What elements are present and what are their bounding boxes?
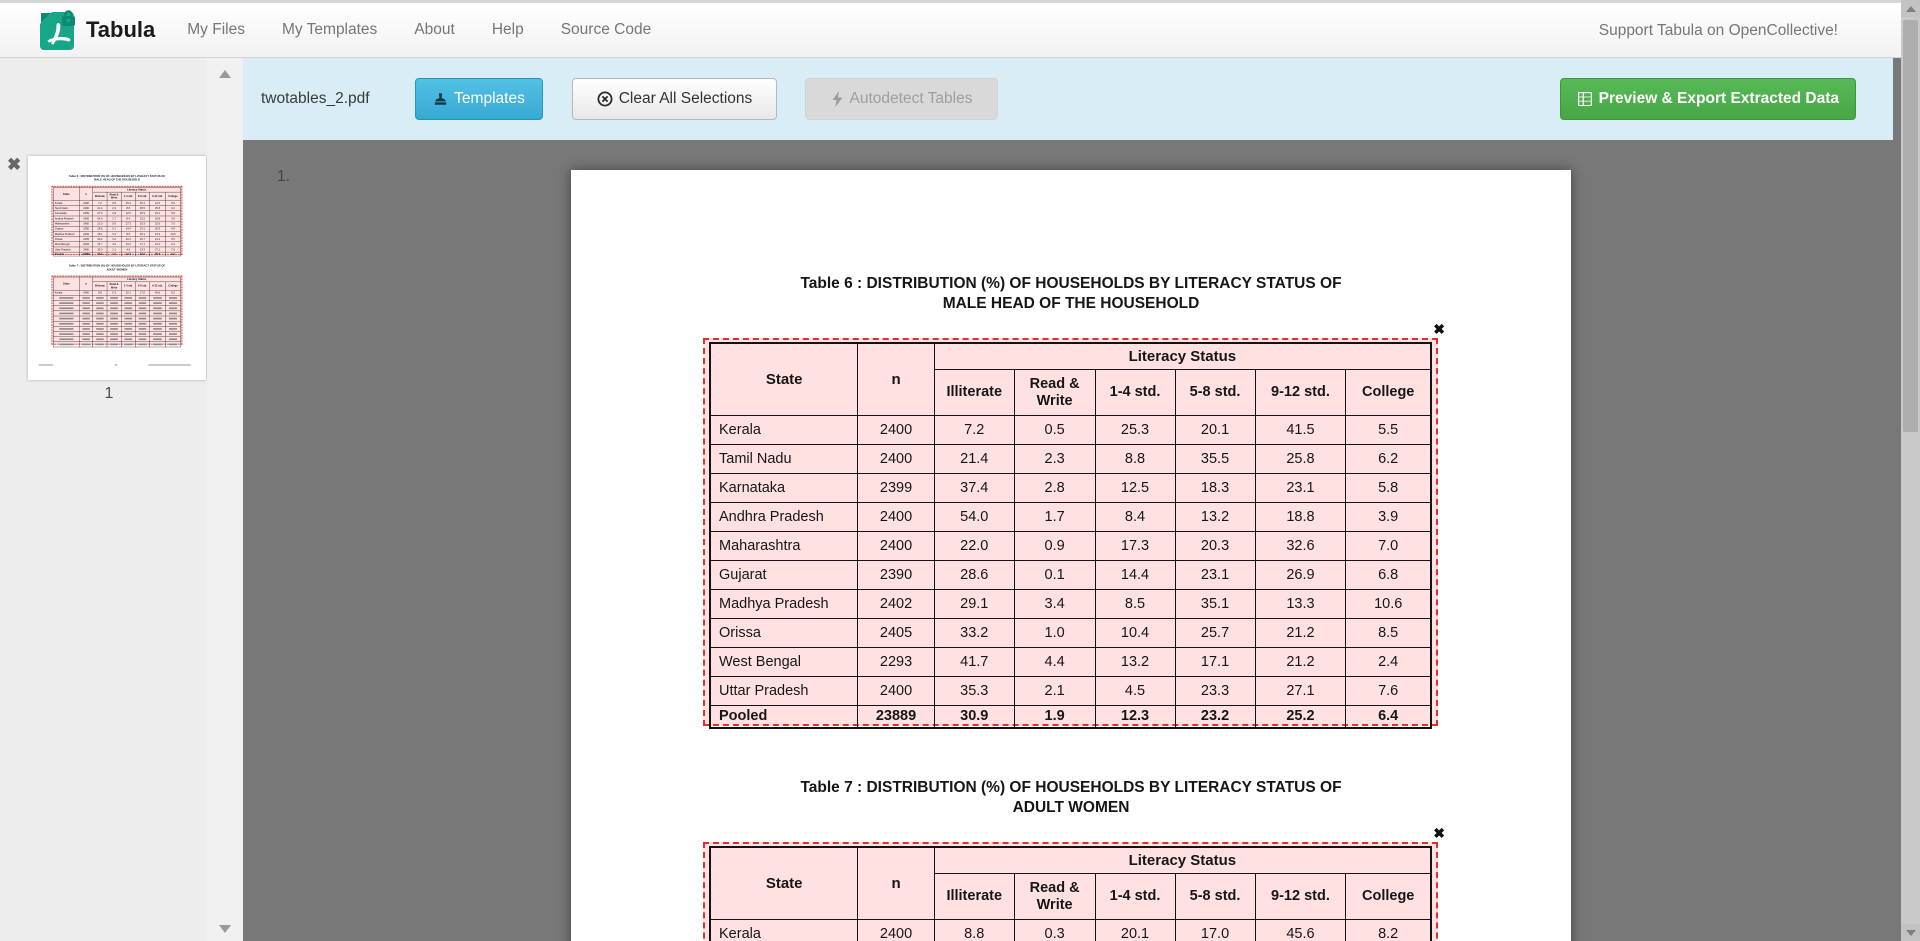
templates-button[interactable]: Templates	[415, 78, 543, 120]
table6: StatenLiteracy StatusIlliterateRead & Wr…	[53, 187, 181, 256]
templates-button-label: Templates	[454, 90, 525, 108]
table7-title-line1: Table 7 : DISTRIBUTION (%) OF HOUSEHOLDS…	[571, 778, 1571, 798]
scroll-up-button[interactable]	[1901, 0, 1920, 17]
scrollbar-thumb[interactable]	[1903, 20, 1918, 432]
autodetect-tables-button[interactable]: Autodetect Tables	[805, 78, 998, 120]
table7-selection-box[interactable]: ✖ StatenLiteracy StatusIlliterateRead & …	[703, 842, 1438, 941]
table6: StatenLiteracy StatusIlliterateRead & Wr…	[709, 342, 1432, 729]
table7: StatenLiteracy StatusIlliterateRead & Wr…	[709, 846, 1432, 941]
table6-selection-box[interactable]: ✖ StatenLiteracy StatusIlliterateRead & …	[703, 338, 1438, 726]
support-opencollective-link[interactable]: Support Tabula on OpenCollective!	[1599, 3, 1838, 58]
page-thumbnail[interactable]: Table 6 : DISTRIBUTION (%) OF HOUSEHOLDS…	[28, 156, 206, 380]
sidebar: ✖ Table 6 : DISTRIBUTION (%) OF HOUSEHOL…	[0, 58, 207, 941]
scroll-down-button[interactable]	[1901, 924, 1920, 941]
table-row: Gujarat239028.60.114.423.126.96.8	[710, 561, 1431, 590]
table-row: Pooled2388930.91.912.323.225.26.4	[53, 252, 180, 256]
nav-link-source-code[interactable]: Source Code	[561, 21, 651, 39]
table6-selection-box[interactable]: ✖ StatenLiteracy StatusIlliterateRead & …	[51, 186, 182, 255]
remove-selection-icon[interactable]: ✖	[1433, 825, 1445, 842]
table7-title-line2: ADULT WOMEN	[571, 798, 1571, 818]
thumbnail-page-number: 1	[28, 385, 190, 403]
table7-title-line2: ADULT WOMEN	[28, 268, 206, 272]
table-row	[53, 342, 180, 347]
footer-text-right	[148, 364, 191, 365]
table-row: Pooled2388930.91.912.323.225.26.4	[710, 706, 1431, 728]
table-row: West Bengal229341.74.413.217.121.22.4	[710, 648, 1431, 677]
pdf-viewer: 1. Table 6 : DISTRIBUTION (%) OF HOUSEHO…	[243, 140, 1901, 941]
nav-link-my-files[interactable]: My Files	[187, 21, 245, 39]
stamp-icon	[433, 92, 448, 107]
table6-title-line1: Table 6 : DISTRIBUTION (%) OF HOUSEHOLDS…	[571, 274, 1571, 294]
pdf-page[interactable]: Table 6 : DISTRIBUTION (%) OF HOUSEHOLDS…	[571, 170, 1571, 941]
sidebar-scroll-down-icon[interactable]	[219, 925, 231, 933]
nav-link-my-templates[interactable]: My Templates	[282, 21, 377, 39]
table-list-icon	[1577, 91, 1593, 107]
table-row: Andhra Pradesh240054.01.78.413.218.83.9	[710, 503, 1431, 532]
clear-all-selections-button[interactable]: Clear All Selections	[572, 78, 777, 120]
remove-selection-icon[interactable]: ✖	[1433, 321, 1445, 338]
nav-link-about[interactable]: About	[414, 21, 455, 39]
document-filename: twotables_2.pdf	[261, 90, 385, 108]
sidebar-scroll-up-icon[interactable]	[219, 70, 231, 78]
lightning-icon	[831, 91, 844, 107]
table-row: Kerala24008.80.320.117.045.68.2	[710, 920, 1431, 941]
pdf-page-surface: Table 6 : DISTRIBUTION (%) OF HOUSEHOLDS…	[571, 170, 1571, 941]
table7-title: Table 7 : DISTRIBUTION (%) OF HOUSEHOLDS…	[28, 264, 206, 271]
table-row: Uttar Pradesh240035.32.14.523.327.17.6	[710, 677, 1431, 706]
table-row: Maharashtra240022.00.917.320.332.67.0	[710, 532, 1431, 561]
table6-title: Table 6 : DISTRIBUTION (%) OF HOUSEHOLDS…	[28, 175, 206, 182]
pdf-page-surface: Table 6 : DISTRIBUTION (%) OF HOUSEHOLDS…	[28, 156, 206, 380]
autodetect-button-label: Autodetect Tables	[850, 90, 973, 108]
table7: StatenLiteracy StatusIlliterateRead & Wr…	[53, 277, 181, 347]
table-row: Kerala24007.20.525.320.141.55.5	[710, 416, 1431, 445]
clear-button-label: Clear All Selections	[619, 90, 753, 108]
scroll-up-icon	[1906, 6, 1916, 12]
close-page-icon[interactable]: ✖	[7, 156, 21, 173]
tabula-app-window: Tabula My Files My Templates About Help …	[0, 0, 1920, 941]
table6-title-line2: MALE HEAD OF THE HOUSEHOLD	[571, 294, 1571, 314]
page-list-marker: 1.	[277, 168, 290, 186]
table-row: Karnataka239937.42.812.518.323.15.8	[710, 474, 1431, 503]
scroll-down-icon	[1906, 930, 1916, 936]
nav-link-help[interactable]: Help	[492, 21, 524, 39]
table-row: Orissa240533.21.010.425.721.28.5	[710, 619, 1431, 648]
table-row: Madhya Pradesh240229.13.48.535.113.310.6	[710, 590, 1431, 619]
table6-title: Table 6 : DISTRIBUTION (%) OF HOUSEHOLDS…	[571, 274, 1571, 314]
toolbar: twotables_2.pdf Templates Clear All Sele…	[243, 58, 1893, 140]
window-scrollbar[interactable]	[1901, 0, 1920, 941]
table-row: Tamil Nadu240021.42.38.835.525.86.2	[710, 445, 1431, 474]
sidebar-scrollbar[interactable]	[207, 58, 243, 941]
table7-selection-box[interactable]: ✖ StatenLiteracy StatusIlliterateRead & …	[51, 276, 182, 345]
main-panel: twotables_2.pdf Templates Clear All Sele…	[243, 58, 1901, 941]
tabula-pdf-logo-icon	[38, 10, 78, 50]
footer-text-center	[115, 364, 118, 365]
brand-title: Tabula	[86, 17, 155, 43]
export-button-label: Preview & Export Extracted Data	[1599, 90, 1839, 108]
page-footer	[28, 364, 206, 366]
table7-title: Table 7 : DISTRIBUTION (%) OF HOUSEHOLDS…	[571, 778, 1571, 818]
circle-x-icon	[597, 91, 613, 107]
navbar: Tabula My Files My Templates About Help …	[0, 3, 1901, 58]
table6-title-line2: MALE HEAD OF THE HOUSEHOLD	[28, 178, 206, 182]
footer-text-left	[39, 364, 53, 365]
preview-export-button[interactable]: Preview & Export Extracted Data	[1560, 78, 1856, 120]
